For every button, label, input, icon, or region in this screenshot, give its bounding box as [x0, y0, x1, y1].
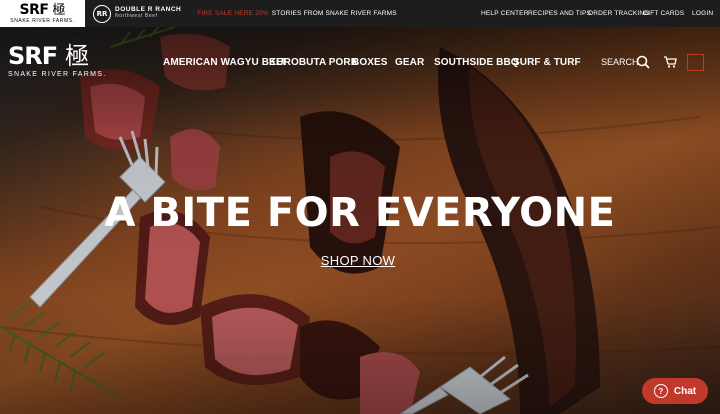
help-center-link[interactable]: HELP CENTER [481, 0, 529, 27]
recipes-tips-link[interactable]: RECIPES AND TIPS [528, 0, 591, 27]
login-link[interactable]: LOGIN [692, 0, 713, 27]
hero-title: A BITE FOR EVERYONE [104, 190, 616, 236]
srf-brand-logo[interactable]: SRF 極 SNAKE RIVER FARMS. [0, 0, 85, 27]
double-r-ranch-logo[interactable]: RR DOUBLE R RANCH Northwest Beef [93, 4, 181, 23]
hero-banner[interactable]: SRF 極 SNAKE RIVER FARMS. AMERICAN WAGYU … [0, 27, 720, 414]
nav-southside-bbq[interactable]: SOUTHSIDE BBQ [434, 57, 519, 68]
main-logo[interactable]: SRF 極 SNAKE RIVER FARMS. [8, 44, 106, 78]
double-r-sub: Northwest Beef [115, 13, 158, 20]
stories-link[interactable]: STORIES FROM SNAKE RIVER FARMS [272, 10, 397, 17]
double-r-badge-icon: RR [93, 4, 111, 23]
srf-logo-subtitle: SNAKE RIVER FARMS. [10, 18, 75, 24]
search-label[interactable]: SEARCH [601, 57, 639, 67]
nav-kurobuta-pork[interactable]: KUROBUTA PORK [269, 57, 358, 68]
srf-logo-letters: SRF [19, 2, 49, 18]
nav-surf-turf[interactable]: SURF & TURF [513, 57, 581, 68]
promo-text[interactable]: FIRE SALE HERE 20% [197, 10, 269, 17]
main-logo-subtitle: SNAKE RIVER FARMS. [8, 71, 107, 78]
chat-button[interactable]: ? Chat [642, 378, 708, 404]
chat-label: Chat [673, 385, 697, 397]
shop-now-link[interactable]: SHOP NOW [0, 253, 716, 268]
main-logo-kanji: 極 [65, 42, 90, 70]
menu-button[interactable] [687, 54, 704, 71]
main-logo-letters: SRF [8, 42, 58, 70]
order-tracking-link[interactable]: ORDER TRACKING [588, 0, 650, 27]
gift-cards-link[interactable]: GIFT CARDS [643, 0, 684, 27]
cart-icon[interactable] [663, 55, 677, 69]
search-icon[interactable] [636, 55, 650, 69]
nav-boxes[interactable]: BOXES [352, 57, 388, 68]
nav-gear[interactable]: GEAR [395, 57, 424, 68]
utility-bar: SRF 極 SNAKE RIVER FARMS. RR DOUBLE R RAN… [0, 0, 720, 27]
srf-logo-kanji: 極 [52, 2, 66, 18]
help-circle-icon: ? [653, 384, 668, 398]
